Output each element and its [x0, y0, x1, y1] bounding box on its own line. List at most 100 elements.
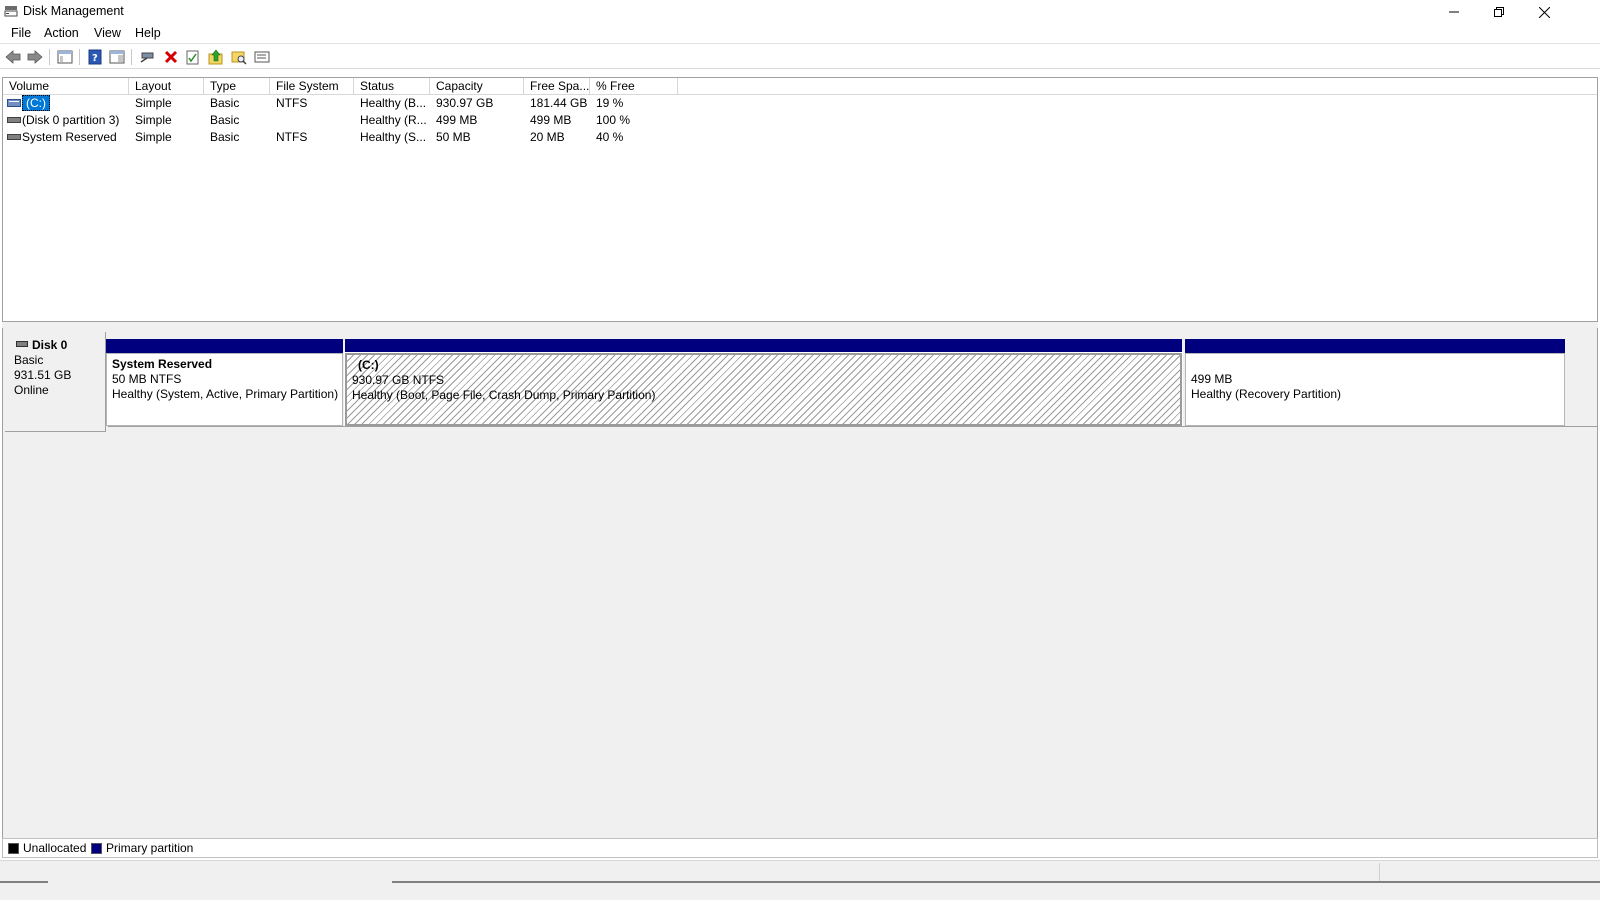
volume-drive-icon [7, 134, 21, 140]
percent-free-cell: 40 % [596, 130, 624, 144]
file-system-cell: NTFS [276, 130, 308, 144]
layout-cell: Simple [135, 113, 172, 127]
view-settings-icon [254, 51, 270, 63]
status-cell: Healthy (R... [360, 113, 427, 127]
primary-partition-bar [345, 339, 1182, 353]
properties-check-icon [186, 50, 199, 65]
partition-system-reserved[interactable]: System Reserved 50 MB NTFS Healthy (Syst… [106, 339, 343, 426]
menu-view[interactable]: View [92, 26, 123, 40]
column-header-volume[interactable]: Volume [3, 78, 129, 95]
partition-body-selected: (C:) 930.97 GB NTFS Healthy (Boot, Page … [344, 352, 1183, 427]
column-header-percent-free[interactable]: % Free [590, 78, 678, 95]
folder-search-icon [231, 51, 247, 65]
properties-button[interactable] [184, 48, 202, 66]
folder-up-icon [208, 49, 223, 65]
restore-button[interactable] [1476, 0, 1522, 24]
partition-body: System Reserved 50 MB NTFS Healthy (Syst… [106, 353, 343, 426]
percent-free-cell: 19 % [596, 96, 624, 110]
free-space-cell: 181.44 GB [530, 96, 588, 110]
status-bar-edge [0, 881, 48, 883]
partition-title: System Reserved [112, 357, 213, 371]
minimize-icon [1449, 11, 1459, 13]
back-button[interactable] [4, 48, 22, 66]
capacity-cell: 499 MB [436, 113, 478, 127]
help-button[interactable]: ? [86, 48, 104, 66]
window-title: Disk Management [23, 4, 124, 18]
column-header-layout[interactable]: Layout [129, 78, 204, 95]
back-arrow-icon [5, 50, 21, 64]
volume-name: (Disk 0 partition 3) [22, 113, 120, 127]
legend-label: Primary partition [106, 841, 194, 855]
minimize-button[interactable] [1431, 0, 1477, 24]
legend-bar: Unallocated Primary partition [2, 838, 1598, 858]
capacity-cell: 50 MB [436, 130, 471, 144]
delete-icon [164, 50, 178, 64]
table-row[interactable]: System Reserved Simple Basic NTFS Health… [3, 129, 703, 146]
column-header-type[interactable]: Type [204, 78, 270, 95]
partition-status: Healthy (System, Active, Primary Partiti… [112, 387, 339, 401]
connect-disk-button[interactable] [138, 48, 156, 66]
status-segment [0, 863, 1380, 883]
primary-partition-bar [1185, 339, 1565, 353]
column-header-free-space[interactable]: Free Spa... [524, 78, 590, 95]
table-row[interactable]: (Disk 0 partition 3) Simple Basic Health… [3, 112, 703, 129]
column-header-file-system[interactable]: File System [270, 78, 354, 95]
svg-text:?: ? [92, 53, 98, 64]
disk-type: Basic [14, 353, 44, 367]
partition-c-drive[interactable]: (C:) 930.97 GB NTFS Healthy (Boot, Page … [344, 339, 1183, 427]
partition-size: 50 MB NTFS [112, 372, 182, 386]
properties-pane-button[interactable] [108, 48, 126, 66]
properties-pane-icon [109, 50, 125, 64]
disk-info-panel[interactable]: Disk 0 Basic 931.51 GB Online [5, 332, 106, 432]
layout-cell: Simple [135, 130, 172, 144]
show-hide-console-tree-icon [57, 50, 73, 64]
column-header-status[interactable]: Status [354, 78, 430, 95]
table-row[interactable]: (C:) Simple Basic NTFS Healthy (B... 930… [3, 95, 703, 112]
menu-action[interactable]: Action [42, 26, 81, 40]
free-space-cell: 20 MB [530, 130, 565, 144]
volume-name: System Reserved [22, 130, 117, 144]
status-cell: Healthy (B... [360, 96, 427, 110]
legend-unallocated: Unallocated [8, 841, 86, 855]
view-settings-button[interactable] [253, 48, 271, 66]
menu-file[interactable]: File [9, 26, 33, 40]
folder-up-button[interactable] [207, 48, 225, 66]
unallocated-swatch [8, 842, 19, 854]
column-header-capacity[interactable]: Capacity [430, 78, 524, 95]
forward-button[interactable] [26, 48, 44, 66]
status-bar [0, 860, 1600, 900]
close-icon [1538, 6, 1550, 18]
volume-drive-icon [7, 117, 21, 123]
connect-disk-icon [140, 52, 154, 63]
primary-partition-bar [106, 339, 343, 353]
legend-primary-partition: Primary partition [91, 841, 193, 855]
title-bar: Disk Management [0, 0, 1600, 24]
disk-graphical-view: Disk 0 Basic 931.51 GB Online System Res… [2, 328, 1598, 853]
disk-name-row: Disk 0 [14, 338, 105, 353]
show-hide-tree-button[interactable] [56, 48, 74, 66]
free-space-cell: 499 MB [530, 113, 572, 127]
status-bar-edge [392, 881, 1600, 883]
delete-button[interactable] [162, 48, 180, 66]
toolbar-separator [49, 49, 50, 65]
file-system-cell: NTFS [276, 96, 308, 110]
menu-help[interactable]: Help [133, 26, 163, 40]
folder-search-button[interactable] [230, 48, 248, 66]
partition-title: (C:) [358, 358, 379, 372]
partition-size: 499 MB [1191, 372, 1233, 386]
type-cell: Basic [210, 113, 240, 127]
disk-state: Online [14, 383, 49, 397]
partition-recovery[interactable]: 499 MB Healthy (Recovery Partition) [1185, 339, 1565, 426]
disk-row-divider [108, 426, 1597, 427]
partition-status: Healthy (Boot, Page File, Crash Dump, Pr… [352, 388, 656, 402]
volume-name: (C:) [22, 95, 50, 111]
toolbar-separator [131, 49, 132, 65]
partition-body: 499 MB Healthy (Recovery Partition) [1185, 353, 1565, 426]
volume-list: Volume Layout Type File System Status Ca… [2, 77, 1598, 322]
help-icon: ? [88, 49, 102, 65]
partition-status: Healthy (Recovery Partition) [1191, 387, 1342, 401]
primary-partition-swatch [91, 842, 102, 854]
disk-drive-icon [16, 341, 28, 347]
close-button[interactable] [1521, 0, 1567, 24]
type-cell: Basic [210, 96, 240, 110]
